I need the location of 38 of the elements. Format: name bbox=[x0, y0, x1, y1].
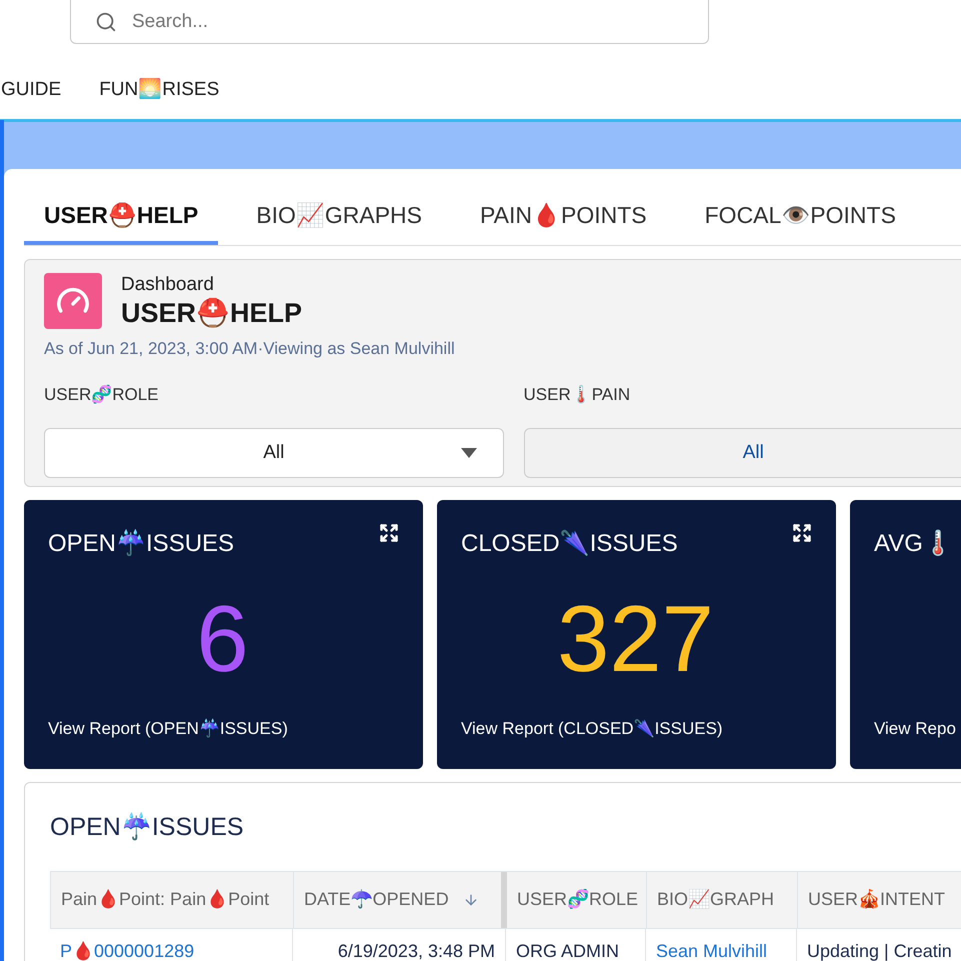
view-report-link[interactable]: View Report (OPEN☔ISSUES) bbox=[48, 716, 288, 741]
metric-value: 6 bbox=[196, 592, 249, 686]
dashboard-title: USER⛑HELP bbox=[121, 297, 302, 329]
table-cell: Updating | Creatin bbox=[797, 928, 961, 961]
search-field[interactable]: Search... bbox=[70, 0, 709, 44]
column-header[interactable]: USER🎪INTENT bbox=[798, 872, 961, 928]
expand-icon[interactable] bbox=[792, 523, 812, 543]
table-cell: 6/19/2023, 3:48 PM bbox=[293, 928, 506, 961]
metric-title: AVG🌡 bbox=[874, 528, 953, 559]
caret-icon bbox=[460, 448, 476, 458]
view-report-link[interactable]: View Report (CLOSED🌂ISSUES) bbox=[461, 716, 723, 741]
search-icon bbox=[95, 11, 117, 33]
column-header[interactable]: USER🧬ROLE bbox=[507, 872, 647, 928]
table-title: OPEN☔ISSUES bbox=[50, 813, 244, 841]
table-cell: ORG ADMIN bbox=[506, 928, 646, 961]
tab[interactable]: FOCAL👁POINTS bbox=[684, 189, 916, 245]
metric-value: 327 bbox=[557, 592, 714, 686]
column-header[interactable]: DATE☂OPENED bbox=[294, 872, 507, 928]
filter-label: USER🧬ROLE bbox=[44, 384, 160, 406]
expand-icon[interactable] bbox=[379, 523, 399, 543]
tab[interactable]: BIO📈GRAPHS bbox=[236, 189, 442, 245]
column-header[interactable]: BIO📈GRAPH bbox=[647, 872, 798, 928]
filter-button[interactable]: All bbox=[524, 428, 961, 478]
nav-link[interactable]: GUIDE bbox=[1, 76, 62, 104]
table-link[interactable]: P🩸0000001289 bbox=[50, 928, 293, 961]
filter-label: USER🌡PAIN bbox=[524, 384, 632, 406]
dashboard-label: Dashboard bbox=[121, 273, 215, 297]
dashboard-subtitle: As of Jun 21, 2023, 3:00 AM·Viewing as Sean Mulvihill bbox=[44, 338, 456, 360]
table-link[interactable]: Sean Mulvihill bbox=[646, 928, 797, 961]
metric-title: OPEN☔ISSUES bbox=[48, 528, 234, 559]
filter-dropdown[interactable]: All bbox=[44, 428, 504, 478]
view-report-link[interactable]: View Repo bbox=[874, 716, 956, 741]
column-header[interactable]: Pain🩸Point: Pain🩸Point bbox=[51, 872, 294, 928]
tab[interactable]: USER⛑HELP bbox=[24, 189, 218, 245]
gauge-icon bbox=[44, 273, 102, 329]
tab[interactable]: PAIN🩸POINTS bbox=[460, 189, 667, 245]
nav-link[interactable]: FUN🌅RISES bbox=[99, 76, 220, 104]
metric-title: CLOSED🌂ISSUES bbox=[461, 528, 678, 559]
